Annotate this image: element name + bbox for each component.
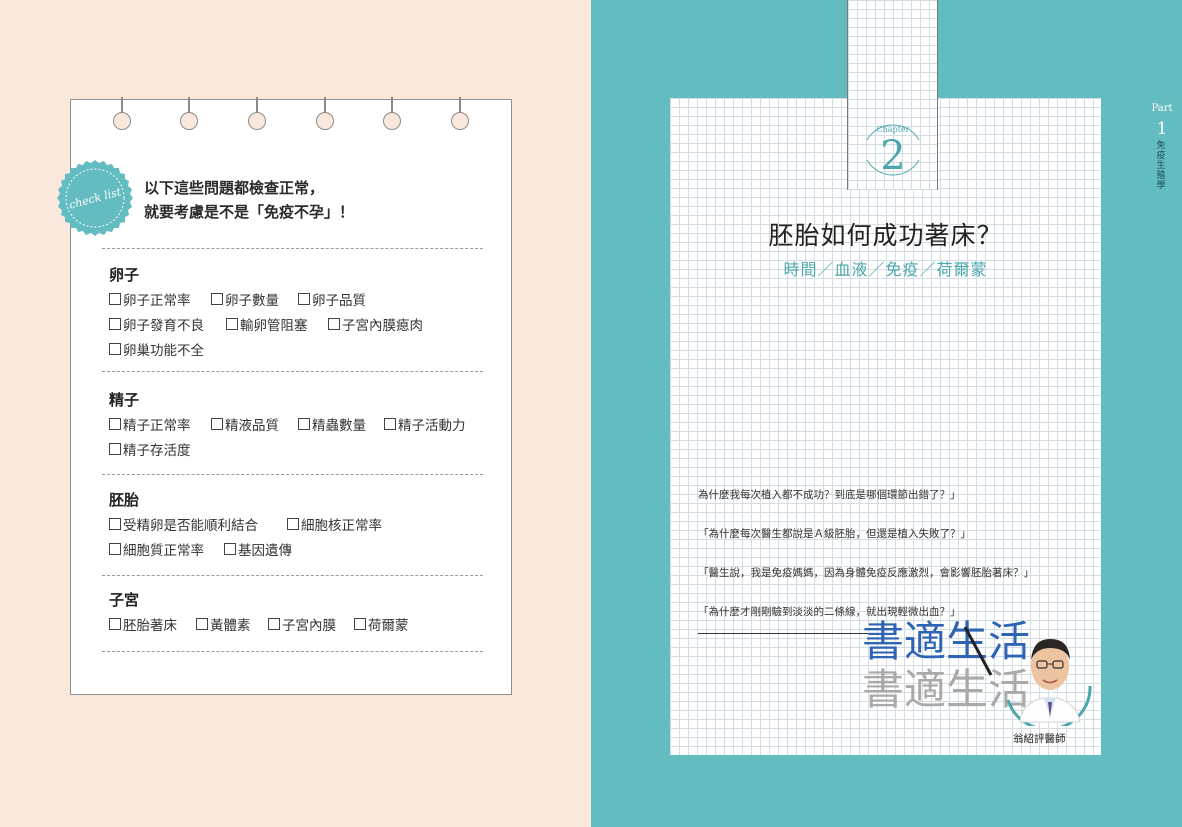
patient-quote: 「為什麼每次醫生都說是Ａ級胚胎，但還是植入失敗了？」 — [698, 528, 971, 540]
checkbox[interactable] — [109, 418, 121, 430]
section-title-egg: 卵子 — [109, 266, 140, 284]
checkbox[interactable] — [287, 518, 299, 530]
checklist-item[interactable]: 受精卵是否能順利結合 — [109, 514, 258, 534]
item-label: 卵子發育不良 — [123, 318, 204, 334]
binder-ring — [382, 97, 402, 133]
checklist-item[interactable]: 輸卵管阻塞 — [226, 314, 308, 334]
binder-ring — [315, 97, 335, 133]
checkbox[interactable] — [268, 618, 280, 630]
item-label: 細胞質正常率 — [123, 543, 204, 559]
binder-ring — [450, 97, 470, 133]
checklist-item[interactable]: 精子存活度 — [109, 439, 191, 459]
chapter-subtitle: 時間／血液／免疫／荷爾蒙 — [783, 260, 988, 279]
item-label: 精蟲數量 — [312, 418, 366, 434]
checkbox[interactable] — [109, 343, 121, 355]
checkbox[interactable] — [298, 293, 310, 305]
checkbox[interactable] — [109, 518, 121, 530]
checklist-item[interactable]: 精子正常率 — [109, 414, 191, 434]
dashed-divider — [102, 248, 483, 249]
checkbox[interactable] — [328, 318, 340, 330]
quote-underline — [698, 633, 868, 634]
item-label: 受精卵是否能順利結合 — [123, 518, 258, 534]
checklist-item[interactable]: 精子活動力 — [384, 414, 466, 434]
checkbox[interactable] — [354, 618, 366, 630]
chapter-number: 2 — [880, 133, 906, 179]
checklist-item[interactable]: 卵子正常率 — [109, 289, 191, 309]
dashed-divider — [102, 371, 483, 372]
item-label: 卵子品質 — [312, 293, 366, 309]
item-label: 卵巢功能不全 — [123, 343, 204, 359]
section-title-embryo: 胚胎 — [109, 491, 140, 509]
intro-line: 以下這些問題都檢查正常， — [144, 179, 325, 197]
binder-ring — [247, 97, 267, 133]
item-label: 荷爾蒙 — [368, 618, 409, 634]
item-label: 細胞核正常率 — [301, 518, 382, 534]
item-label: 精子正常率 — [123, 418, 191, 434]
dashed-divider — [102, 474, 483, 475]
item-label: 卵子正常率 — [123, 293, 191, 309]
checklist-item[interactable]: 卵子發育不良 — [109, 314, 204, 334]
part-number: 1 — [1156, 119, 1168, 139]
checklist-item[interactable]: 子宮內膜 — [268, 614, 336, 634]
checkbox[interactable] — [211, 293, 223, 305]
item-label: 輸卵管阻塞 — [240, 318, 308, 334]
checklist-item[interactable]: 精液品質 — [211, 414, 279, 434]
item-label: 精子活動力 — [398, 418, 466, 434]
checkbox[interactable] — [109, 443, 121, 455]
checklist-item[interactable]: 子宮內膜瘜肉 — [328, 314, 423, 334]
patient-quote: 「醫生說，我是免疫媽媽，因為身體免疫反應激烈，會影響胚胎著床？」 — [698, 567, 1034, 579]
checkbox[interactable] — [109, 318, 121, 330]
checklist-intro: 以下這些問題都檢查正常， 就要考慮是不是「免疫不孕」！ — [144, 176, 354, 224]
checkbox[interactable] — [211, 418, 223, 430]
item-label: 子宮內膜 — [282, 618, 336, 634]
checkbox[interactable] — [226, 318, 238, 330]
part-label: Part — [1151, 103, 1173, 114]
patient-quote: 為什麼我每次植入都不成功？到底是哪個環節出錯了？」 — [698, 489, 961, 501]
item-label: 子宮內膜瘜肉 — [342, 318, 423, 334]
doctor-portrait — [1006, 638, 1092, 726]
binder-ring — [112, 97, 132, 133]
checklist-item[interactable]: 荷爾蒙 — [354, 614, 409, 634]
intro-line: 就要考慮是不是「免疫不孕」！ — [144, 203, 355, 221]
checklist-item[interactable]: 胚胎著床 — [109, 614, 177, 634]
part-theme: 免疫生殖學 — [1156, 141, 1166, 191]
checkbox[interactable] — [298, 418, 310, 430]
checkbox[interactable] — [224, 543, 236, 555]
section-title-sperm: 精子 — [109, 391, 140, 409]
checklist-item[interactable]: 細胞核正常率 — [287, 514, 382, 534]
checkbox[interactable] — [109, 293, 121, 305]
binder-ring — [179, 97, 199, 133]
checklist-item[interactable]: 卵子數量 — [211, 289, 279, 309]
section-title-uterus: 子宮 — [109, 591, 140, 609]
checklist-item[interactable]: 基因遺傳 — [224, 539, 292, 559]
checklist-item[interactable]: 卵巢功能不全 — [109, 339, 204, 359]
brand-slash — [963, 626, 993, 676]
checklist-item[interactable]: 黃體素 — [196, 614, 251, 634]
item-label: 卵子數量 — [225, 293, 279, 309]
checklist-item[interactable]: 卵子品質 — [298, 289, 366, 309]
checkbox[interactable] — [109, 618, 121, 630]
item-label: 精子存活度 — [123, 443, 191, 459]
checkbox[interactable] — [196, 618, 208, 630]
item-label: 黃體素 — [210, 618, 251, 634]
dashed-divider — [102, 651, 483, 652]
checkbox[interactable] — [384, 418, 396, 430]
item-label: 胚胎著床 — [123, 618, 177, 634]
doctor-name: 翁紹評醫師 — [1013, 733, 1066, 745]
item-label: 精液品質 — [225, 418, 279, 434]
chapter-title: 胚胎如何成功著床？ — [768, 221, 1003, 250]
checklist-item[interactable]: 精蟲數量 — [298, 414, 366, 434]
dashed-divider — [102, 575, 483, 576]
checklist-item[interactable]: 細胞質正常率 — [109, 539, 204, 559]
checkbox[interactable] — [109, 543, 121, 555]
item-label: 基因遺傳 — [238, 543, 292, 559]
check-list-badge: check list — [57, 160, 133, 236]
